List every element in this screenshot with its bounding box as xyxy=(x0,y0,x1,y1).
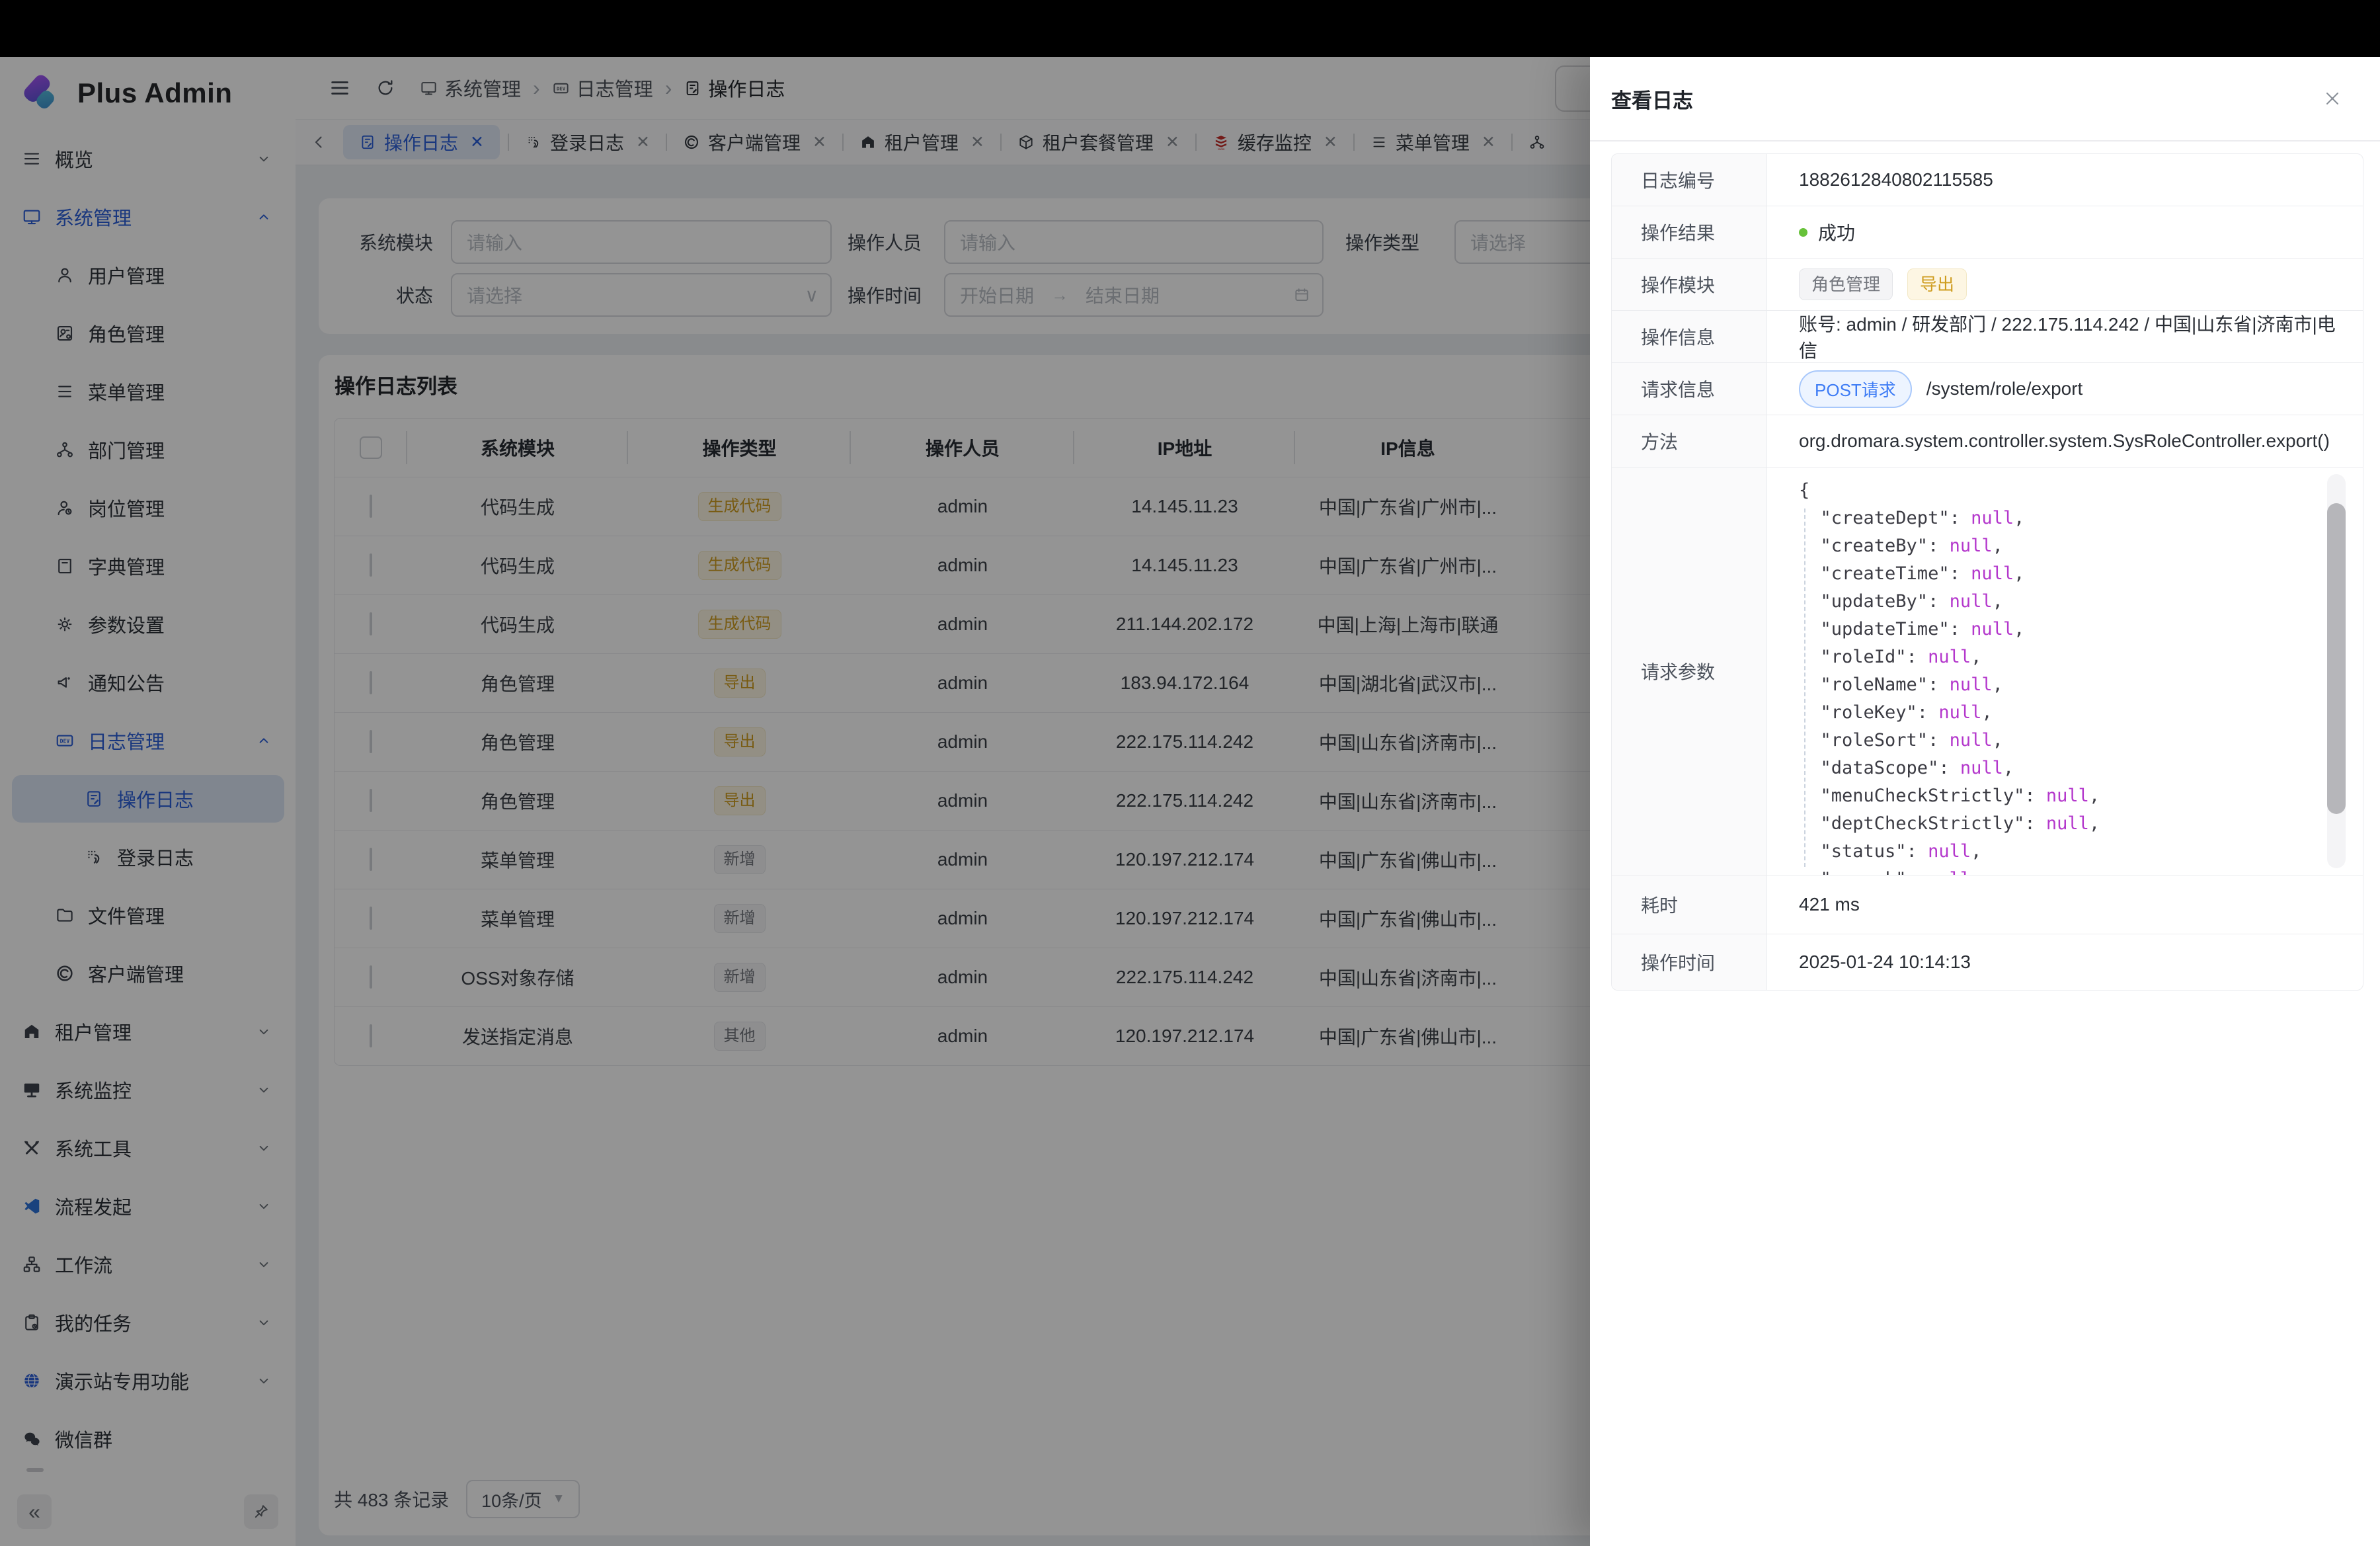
detail-row-耗时: 耗时421 ms xyxy=(1612,875,2363,934)
field-label: 请求信息 xyxy=(1612,363,1767,415)
field-label: 操作时间 xyxy=(1612,934,1767,990)
field-value: 421 ms xyxy=(1767,875,2363,934)
close-icon[interactable] xyxy=(2322,88,2343,109)
field-value-tags: 角色管理导出 xyxy=(1767,259,2363,310)
post-method-badge: POST请求 xyxy=(1799,370,1912,408)
json-scrollbar-thumb[interactable] xyxy=(2327,503,2346,814)
field-value: org.dromara.system.controller.system.Sys… xyxy=(1767,415,2363,467)
json-code: { "createDept": null, "createBy": null, … xyxy=(1799,477,2317,875)
drawer-body: 日志编号1882612840802115585操作结果成功操作模块角色管理导出操… xyxy=(1611,142,2363,1546)
close-icon xyxy=(2322,88,2343,109)
log-detail-table: 日志编号1882612840802115585操作结果成功操作模块角色管理导出操… xyxy=(1611,153,2363,991)
drawer-header: 查看日志 xyxy=(1590,57,2380,142)
indent-guide xyxy=(1804,509,1805,867)
field-value-request: POST请求/system/role/export xyxy=(1767,363,2363,415)
field-label: 方法 xyxy=(1612,415,1767,467)
detail-row-操作时间: 操作时间2025-01-24 10:14:13 xyxy=(1612,934,2363,990)
field-label: 操作模块 xyxy=(1612,259,1767,310)
detail-row-方法: 方法org.dromara.system.controller.system.S… xyxy=(1612,415,2363,467)
field-label: 操作信息 xyxy=(1612,311,1767,362)
field-label: 操作结果 xyxy=(1612,206,1767,258)
field-label: 请求参数 xyxy=(1612,468,1767,875)
detail-row-操作结果: 操作结果成功 xyxy=(1612,206,2363,258)
detail-row-日志编号: 日志编号1882612840802115585 xyxy=(1612,154,2363,206)
field-label: 耗时 xyxy=(1612,875,1767,934)
field-value: 2025-01-24 10:14:13 xyxy=(1767,934,2363,990)
detail-row-请求参数: 请求参数{ "createDept": null, "createBy": nu… xyxy=(1612,467,2363,875)
detail-row-操作模块: 操作模块角色管理导出 xyxy=(1612,258,2363,310)
request-params-json[interactable]: { "createDept": null, "createBy": null, … xyxy=(1767,468,2363,875)
detail-row-操作信息: 操作信息账号: admin / 研发部门 / 222.175.114.242 /… xyxy=(1612,310,2363,362)
json-scrollbar[interactable] xyxy=(2327,474,2346,868)
field-value-status: 成功 xyxy=(1767,206,2363,258)
field-value: 账号: admin / 研发部门 / 222.175.114.242 / 中国|… xyxy=(1767,311,2363,362)
view-log-drawer: 查看日志 日志编号1882612840802115585操作结果成功操作模块角色… xyxy=(1590,57,2380,1546)
field-label: 日志编号 xyxy=(1612,154,1767,206)
drawer-title: 查看日志 xyxy=(1611,84,1693,114)
success-dot-icon xyxy=(1799,228,1807,237)
field-value: 1882612840802115585 xyxy=(1767,154,2363,206)
detail-row-请求信息: 请求信息POST请求/system/role/export xyxy=(1612,362,2363,415)
